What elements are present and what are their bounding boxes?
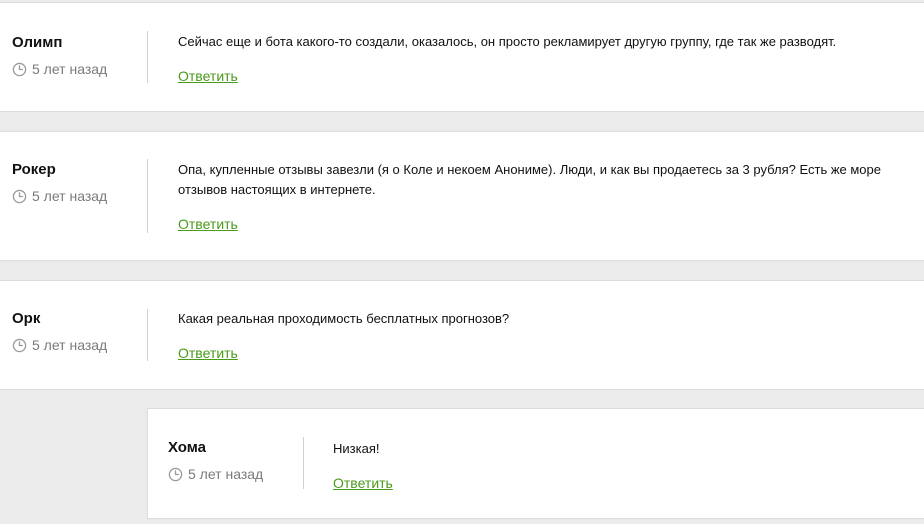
comment-author: Олимп bbox=[12, 34, 63, 51]
comment-item: Олимп 5 лет назад Сейчас еще и бота како… bbox=[0, 2, 924, 112]
comment-time-text: 5 лет назад bbox=[32, 188, 108, 204]
comment-text: Опа, купленные отзывы завезли (я о Коле … bbox=[178, 162, 881, 197]
comment-time: 5 лет назад bbox=[168, 466, 263, 482]
comment-time-text: 5 лет назад bbox=[188, 466, 264, 482]
comment-text: Сейчас еще и бота какого-то создали, ока… bbox=[178, 34, 837, 49]
clock-icon bbox=[12, 338, 27, 352]
clock-icon bbox=[168, 467, 183, 481]
comment-item: Орк 5 лет назад Какая реальная проходимо… bbox=[0, 280, 924, 390]
comment-time: 5 лет назад bbox=[12, 61, 107, 77]
comment-time-text: 5 лет назад bbox=[32, 337, 108, 353]
comment-time-text: 5 лет назад bbox=[32, 61, 108, 77]
reply-button[interactable]: Ответить bbox=[178, 345, 238, 361]
comment-author: Орк bbox=[12, 310, 41, 327]
comment-time: 5 лет назад bbox=[12, 188, 107, 204]
comment-divider bbox=[303, 437, 304, 489]
clock-icon bbox=[12, 62, 27, 76]
comment-divider bbox=[147, 159, 148, 233]
comment-item: Рокер 5 лет назад Опа, купленные отзывы … bbox=[0, 131, 924, 261]
reply-button[interactable]: Ответить bbox=[178, 68, 238, 84]
comment-text: Какая реальная проходимость бесплатных п… bbox=[178, 311, 510, 326]
comment-time: 5 лет назад bbox=[12, 337, 107, 353]
comment-author: Хома bbox=[168, 439, 207, 456]
reply-comment-item: Хома 5 лет назад Низкая! Ответить bbox=[147, 408, 924, 519]
comment-divider bbox=[147, 309, 148, 361]
reply-button[interactable]: Ответить bbox=[178, 216, 238, 232]
comment-divider bbox=[147, 31, 148, 83]
reply-button[interactable]: Ответить bbox=[333, 475, 393, 491]
comment-text: Низкая! bbox=[333, 441, 380, 456]
comment-author: Рокер bbox=[12, 161, 56, 178]
clock-icon bbox=[12, 189, 27, 203]
